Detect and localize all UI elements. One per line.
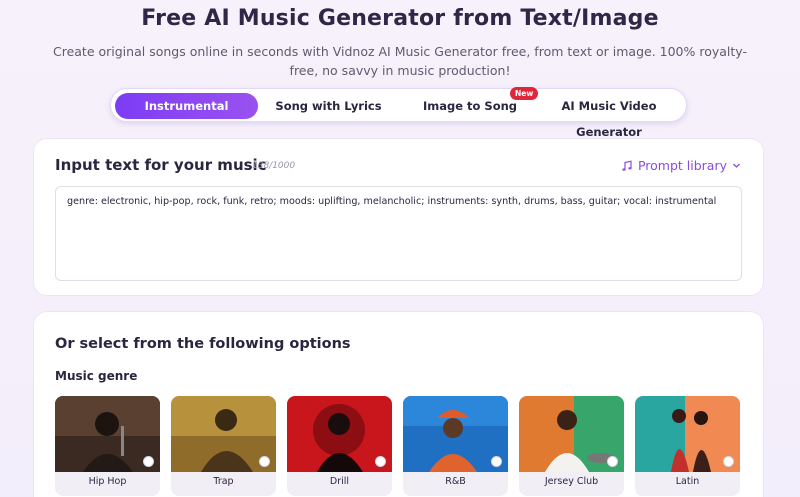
genre-name-latin: Latin	[675, 476, 700, 487]
genre-radio-drill[interactable]	[375, 456, 386, 467]
char-count: 138/1000	[252, 161, 296, 171]
genre-tile-rnb[interactable]: R&B	[403, 396, 508, 496]
genre-radio-hip-hop[interactable]	[143, 456, 154, 467]
genre-name-jersey-club: Jersey Club	[544, 476, 599, 487]
genre-tile-hip-hop[interactable]: Hip Hop	[55, 396, 160, 496]
music-note-icon	[622, 159, 632, 171]
genre-name-rnb: R&B	[445, 476, 466, 487]
tab-ai-music-video-generator[interactable]: AI Music Video Generator	[534, 93, 684, 139]
genre-label: Music genre	[55, 369, 138, 383]
genre-tile-latin[interactable]: Latin	[635, 396, 740, 496]
prompt-library-label: Prompt library	[637, 158, 727, 173]
genre-name-trap: Trap	[213, 476, 234, 487]
prompt-library-button[interactable]: Prompt library	[621, 158, 741, 173]
genre-name-hip-hop: Hip Hop	[88, 476, 127, 487]
new-badge: New	[510, 87, 539, 100]
genre-tile-trap[interactable]: Trap	[171, 396, 276, 496]
genre-radio-rnb[interactable]	[491, 456, 502, 467]
text-input-card: Input text for your music 138/1000 Promp…	[33, 138, 764, 296]
mode-tabs: Instrumental Song with Lyrics Image to S…	[110, 87, 687, 139]
page-title: Free AI Music Generator from Text/Image	[141, 6, 659, 31]
genre-radio-latin[interactable]	[723, 456, 734, 467]
genre-name-drill: Drill	[329, 476, 350, 487]
tab-song-with-lyrics[interactable]: Song with Lyrics	[271, 93, 386, 119]
input-title: Input text for your music	[55, 156, 267, 174]
options-card: Or select from the following options Mus…	[33, 311, 764, 497]
options-title: Or select from the following options	[55, 336, 351, 352]
genre-radio-jersey-club[interactable]	[607, 456, 618, 467]
chevron-down-icon	[733, 163, 740, 168]
genre-radio-trap[interactable]	[259, 456, 270, 467]
prompt-textarea[interactable]: genre: electronic, hip-pop, rock, funk, …	[55, 186, 742, 281]
page-subtitle: Create original songs online in seconds …	[52, 44, 747, 78]
genre-tile-drill[interactable]: Drill	[287, 396, 392, 496]
genre-tile-jersey-club[interactable]: Jersey Club	[519, 396, 624, 496]
tab-instrumental[interactable]: Instrumental	[115, 93, 258, 119]
